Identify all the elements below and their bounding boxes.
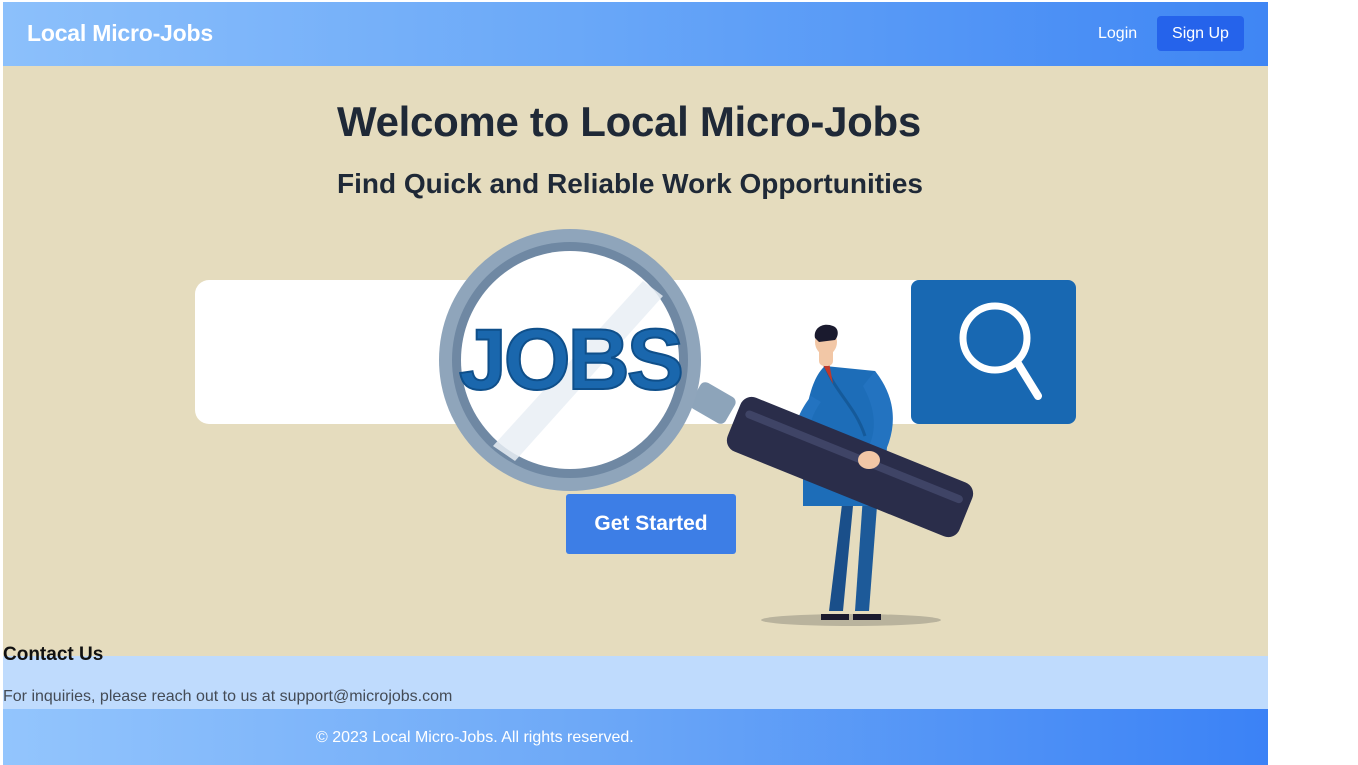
contact-title: Contact Us: [3, 644, 104, 665]
hero-subtitle: Find Quick and Reliable Work Opportuniti…: [337, 168, 923, 199]
job-search-illustration: JOBS: [195, 229, 1076, 626]
signup-button[interactable]: Sign Up: [1157, 16, 1244, 51]
hero-title: Welcome to Local Micro-Jobs: [337, 98, 921, 145]
copyright-text: © 2023 Local Micro-Jobs. All rights rese…: [316, 729, 634, 746]
hero-section: JOBS Welcome to Local Micro-Jobs Find Qu…: [3, 66, 1268, 656]
contact-text: For inquiries, please reach out to us at…: [3, 688, 453, 705]
get-started-button[interactable]: Get Started: [566, 494, 736, 554]
jobs-lens-text: JOBS: [459, 312, 681, 408]
login-link[interactable]: Login: [1098, 25, 1137, 43]
top-navbar: Local Micro-Jobs Login Sign Up: [3, 2, 1268, 66]
search-icon: [911, 280, 1076, 424]
magnifying-glass-icon: JOBS: [439, 229, 701, 491]
footer: © 2023 Local Micro-Jobs. All rights rese…: [3, 709, 1268, 765]
brand-logo[interactable]: Local Micro-Jobs: [27, 20, 213, 47]
page: Local Micro-Jobs Login Sign Up JOBS Welc…: [3, 2, 1268, 765]
contact-section: Contact Us For inquiries, please reach o…: [3, 644, 1268, 709]
